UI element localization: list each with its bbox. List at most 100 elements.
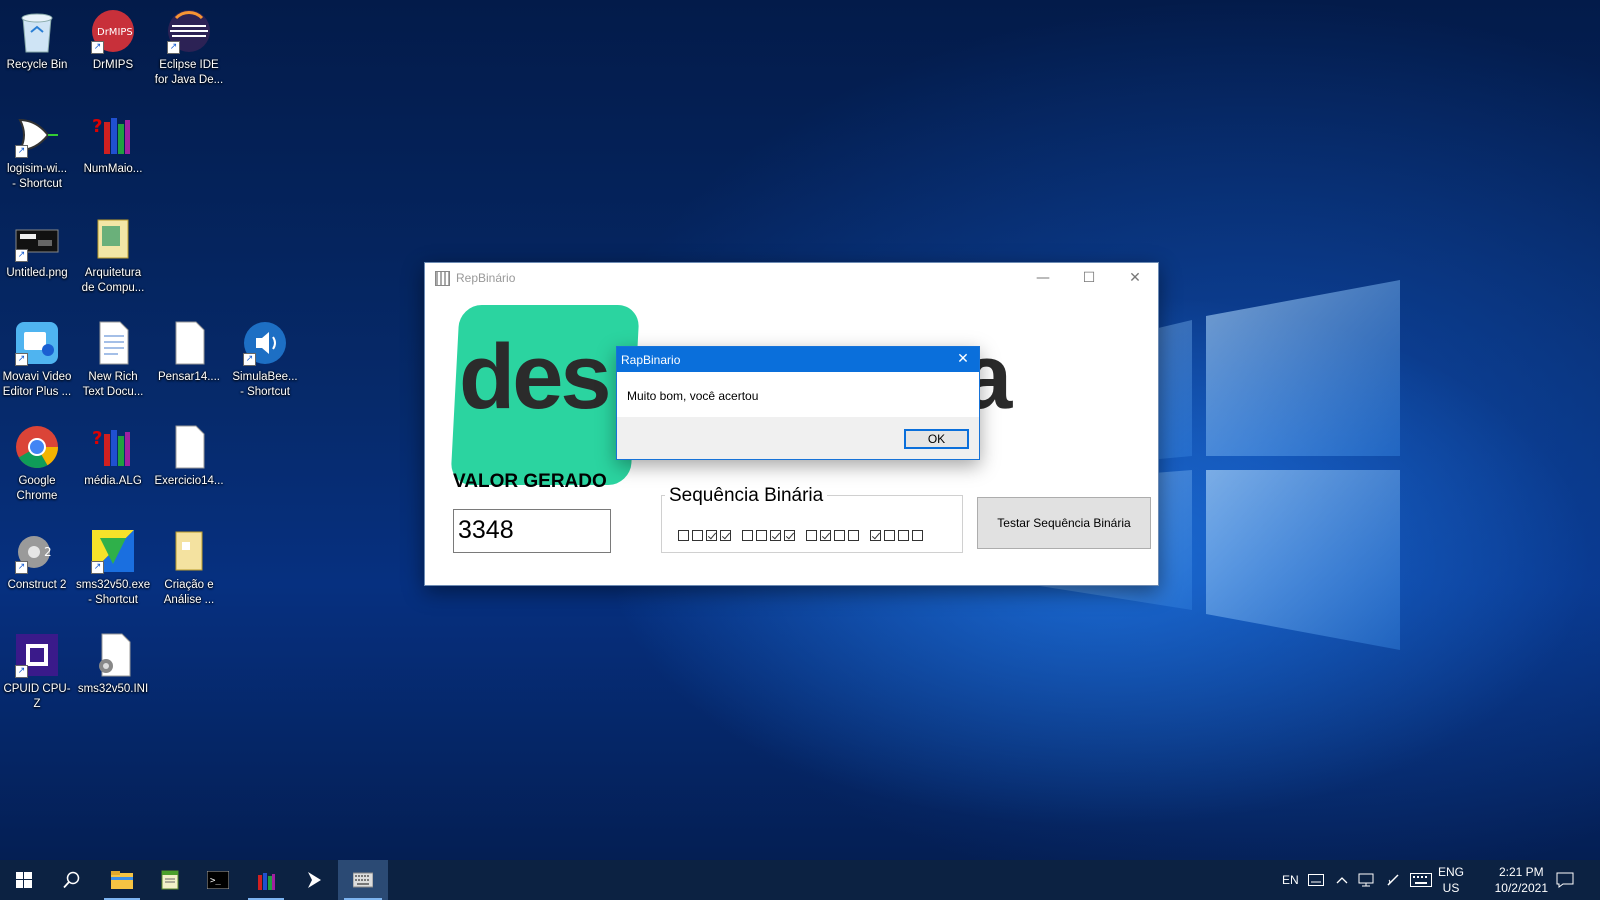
desktop-icon-arquitetura[interactable]: Arquitetura de Compu...: [76, 216, 150, 296]
input-indicator[interactable]: EN: [1282, 860, 1299, 900]
start-button[interactable]: [0, 860, 48, 900]
shortcut-arrow-icon: ↗: [15, 665, 28, 678]
window-titlebar[interactable]: RepBinário — ☐ ✕: [425, 263, 1158, 293]
taskbar-file-explorer[interactable]: [98, 860, 146, 900]
language-code: ENG: [1437, 865, 1464, 879]
desktop-icon-label: NumMaio...: [76, 162, 150, 177]
touch-keyboard-icon: [1410, 873, 1432, 887]
action-center-button[interactable]: [1556, 860, 1574, 900]
desktop-icon-label: Construct 2: [0, 578, 74, 593]
desktop-icon-exercicio14[interactable]: Exercicio14...: [152, 424, 226, 489]
taskbar-play-app[interactable]: [290, 860, 338, 900]
folder-icon: [111, 871, 133, 889]
desktop-icon-movavi[interactable]: ↗ Movavi Video Editor Plus ...: [0, 320, 74, 400]
label-line: for Java De...: [154, 74, 224, 86]
testar-sequencia-button[interactable]: Testar Sequência Binária: [977, 497, 1151, 549]
dialog-body: Muito bom, você acertou: [617, 372, 979, 417]
svg-text:2: 2: [44, 545, 52, 559]
show-hidden-icons-button[interactable]: [1336, 860, 1348, 900]
bit-checkbox[interactable]: [870, 530, 881, 541]
desktop-icon-media-alg[interactable]: ? média.ALG: [76, 424, 150, 489]
desktop-icon-label: média.ALG: [76, 474, 150, 489]
bit-checkbox[interactable]: [678, 530, 689, 541]
touch-keyboard-tray-icon[interactable]: [1410, 860, 1432, 900]
desktop-icon-label: Exercicio14...: [152, 474, 226, 489]
desktop-icon-label: Eclipse IDE for Java De...: [152, 58, 226, 88]
shortcut-arrow-icon: ↗: [243, 353, 256, 366]
system-clock[interactable]: 2:21 PM 10/2/2021: [1495, 864, 1548, 896]
desktop-icon-untitled-png[interactable]: ↗ Untitled.png: [0, 216, 74, 281]
desktop-icon-new-rich-text[interactable]: New Rich Text Docu...: [76, 320, 150, 400]
bit-checkbox[interactable]: [806, 530, 817, 541]
bit-checkbox[interactable]: [706, 530, 717, 541]
message-dialog[interactable]: RapBinario ✕ Muito bom, você acertou OK: [616, 346, 980, 460]
network-icon: [1358, 873, 1374, 887]
bit-checkbox[interactable]: [834, 530, 845, 541]
dialog-close-icon[interactable]: ✕: [947, 347, 979, 372]
bit-checkbox[interactable]: [742, 530, 753, 541]
pen-tray-icon[interactable]: [1386, 860, 1400, 900]
keyboard-icon: [1308, 874, 1324, 886]
taskbar-visualg[interactable]: [242, 860, 290, 900]
taskbar-terminal[interactable]: >_: [194, 860, 242, 900]
desktop-icon-recycle-bin[interactable]: Recycle Bin: [0, 8, 74, 73]
svg-text:>_: >_: [210, 876, 221, 886]
desktop-icon-drmips[interactable]: DrMIPS ↗ DrMIPS: [76, 8, 150, 73]
taskbar-notepad-app[interactable]: [146, 860, 194, 900]
desktop-icon-criacao[interactable]: Criação e Análise ...: [152, 528, 226, 608]
bit-checkbox[interactable]: [770, 530, 781, 541]
dialog-titlebar[interactable]: RapBinario ✕: [617, 347, 979, 372]
desktop-icon-sms32v50[interactable]: ↗ sms32v50.exe - Shortcut: [76, 528, 150, 608]
ok-button[interactable]: OK: [904, 429, 969, 449]
bit-group: [678, 530, 734, 541]
desktop-icon-eclipse[interactable]: ↗ Eclipse IDE for Java De...: [152, 8, 226, 88]
label-line: Text Docu...: [82, 386, 144, 398]
desktop-icon-sms32v50-ini[interactable]: sms32v50.INI: [76, 632, 150, 697]
desktop-icon-label: Movavi Video Editor Plus ...: [0, 370, 74, 400]
network-tray-icon[interactable]: [1358, 860, 1374, 900]
play-icon: [308, 872, 321, 888]
label-line: Google: [18, 475, 56, 487]
bit-checkbox[interactable]: [884, 530, 895, 541]
bit-checkbox[interactable]: [848, 530, 859, 541]
desktop-icon-label: DrMIPS: [76, 58, 150, 73]
label-line: - Shortcut: [12, 178, 62, 190]
search-icon: [63, 871, 80, 889]
label-line: média.ALG: [84, 475, 142, 487]
bit-checkbox[interactable]: [912, 530, 923, 541]
valor-gerado-field[interactable]: 3348: [453, 509, 611, 553]
desktop-icon-label: sms32v50.INI: [76, 682, 150, 697]
bit-checkbox[interactable]: [820, 530, 831, 541]
desktop-icon-pensar14[interactable]: Pensar14....: [152, 320, 226, 385]
bit-checkbox[interactable]: [720, 530, 731, 541]
desktop-icon-label: Arquitetura de Compu...: [76, 266, 150, 296]
bit-checkbox[interactable]: [784, 530, 795, 541]
label-line: CPUID CPU-Z: [3, 683, 71, 710]
close-button[interactable]: ✕: [1112, 263, 1158, 293]
taskbar-repbinario[interactable]: [338, 860, 388, 900]
desktop-icon-google-chrome[interactable]: Google Chrome: [0, 424, 74, 504]
desktop-icon-label: SimulaBee... - Shortcut: [228, 370, 302, 400]
bit-checkbox[interactable]: [692, 530, 703, 541]
minimize-button[interactable]: —: [1020, 263, 1066, 293]
desktop-icon-cpuz[interactable]: ↗ CPUID CPU-Z: [0, 632, 74, 712]
label-line: SimulaBee...: [232, 371, 298, 383]
bit-checkbox[interactable]: [898, 530, 909, 541]
label-line: Chrome: [16, 490, 58, 502]
desktop-icon-label: CPUID CPU-Z: [0, 682, 74, 712]
label-line: Recycle Bin: [6, 59, 68, 71]
desktop-icon-nummaior[interactable]: ? NumMaio...: [76, 112, 150, 177]
keyboard-tray-icon[interactable]: [1308, 860, 1324, 900]
sms32v50-ini-icon: [89, 632, 137, 680]
search-button[interactable]: [48, 860, 96, 900]
desktop-icon-label: New Rich Text Docu...: [76, 370, 150, 400]
maximize-button[interactable]: ☐: [1066, 263, 1112, 293]
desktop-icon-simulabee[interactable]: ↗ SimulaBee... - Shortcut: [228, 320, 302, 400]
bit-checkbox[interactable]: [756, 530, 767, 541]
language-indicator[interactable]: ENG US: [1438, 864, 1464, 896]
label-line: Construct 2: [7, 579, 67, 591]
desktop-icon-construct2[interactable]: 2 ↗ Construct 2: [0, 528, 74, 593]
arquitetura-icon: [89, 216, 137, 264]
shortcut-arrow-icon: ↗: [15, 145, 28, 158]
desktop-icon-logisim[interactable]: ↗ logisim-wi... - Shortcut: [0, 112, 74, 192]
